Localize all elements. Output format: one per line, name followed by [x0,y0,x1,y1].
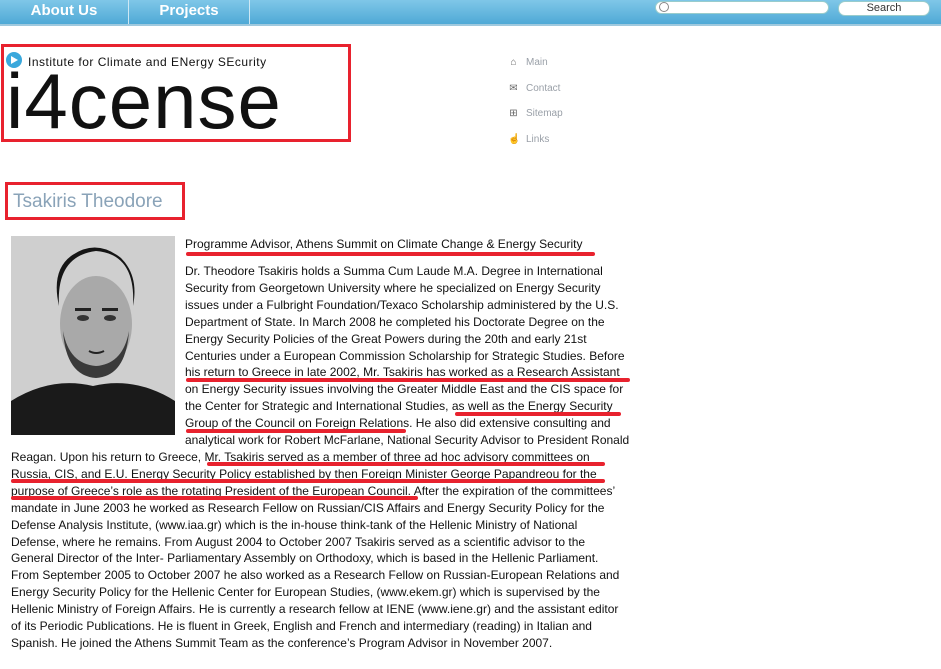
search-icon [659,2,669,12]
side-menu-label: Sitemap [526,108,563,119]
person-name-box: Tsakiris Theodore [5,182,185,220]
hand-icon: ☝ [508,134,521,145]
highlight-underline [11,479,605,483]
sitemap-icon: ⊞ [509,108,518,119]
bio-line: issues under a Fulbright Foundation/Texa… [185,297,619,312]
highlight-underline [186,252,595,256]
person-role: Programme Advisor, Athens Summit on Clim… [185,237,583,251]
highlight-underline [207,462,605,466]
nav-about-us[interactable]: About Us [0,0,129,24]
bio-line: mandate in June 2003 he worked as Resear… [11,500,605,515]
bio-line: on Energy Security issues involving the … [185,382,624,397]
bio-line: of its Periodic Publications. He is flue… [11,619,592,634]
side-menu-label: Links [526,134,550,145]
highlight-underline [11,496,418,500]
highlight-underline [455,412,621,416]
site-logo[interactable]: Institute for Climate and ENergy SEcurit… [1,44,351,142]
home-icon: ⌂ [510,57,517,68]
highlight-underline [186,429,406,433]
side-menu-label: Main [526,57,548,68]
bio-line: Centuries under a European Commission Sc… [185,348,625,363]
bio-line: Defense, where he remains. From August 2… [11,534,586,549]
bio-line: General Director of the Inter- Parliamen… [11,551,599,566]
bio-line: Hellenic Ministry of Foreign Affairs. He… [11,602,619,617]
bio-text-beside-photo: Dr. Theodore Tsakiris holds a Summa Cum … [185,263,645,449]
side-menu-label: Contact [526,83,561,94]
nav-projects[interactable]: Projects [129,0,250,24]
bio-line: Security from Georgetown University wher… [185,280,601,295]
search-input[interactable] [655,1,829,14]
bio-line: From September 2005 to October 2007 he a… [11,568,620,583]
highlight-underline [186,378,630,382]
search-button[interactable]: Search [838,1,930,16]
bio-line: Department of State. In March 2008 he co… [185,314,605,329]
bio-line: Defense Analysis Institute, (www.iaa.gr)… [11,517,578,532]
bio-line: Dr. Theodore Tsakiris holds a Summa Cum … [185,264,603,278]
bio-line: Energy Security Policies of the Great Po… [185,331,587,346]
mail-icon: ✉ [509,83,518,94]
logo-wordmark: i4cense [6,57,282,145]
person-name: Tsakiris Theodore [13,191,163,212]
bio-line: Energy Security Policy for the Hellenic … [11,585,600,600]
bio-line: Spanish. He joined the Athens Summit Tea… [11,635,553,650]
top-nav-bar: About Us Projects Search [0,0,941,26]
person-photo [11,236,175,435]
bio-line: analytical work for Robert McFarlane, Na… [185,433,630,448]
